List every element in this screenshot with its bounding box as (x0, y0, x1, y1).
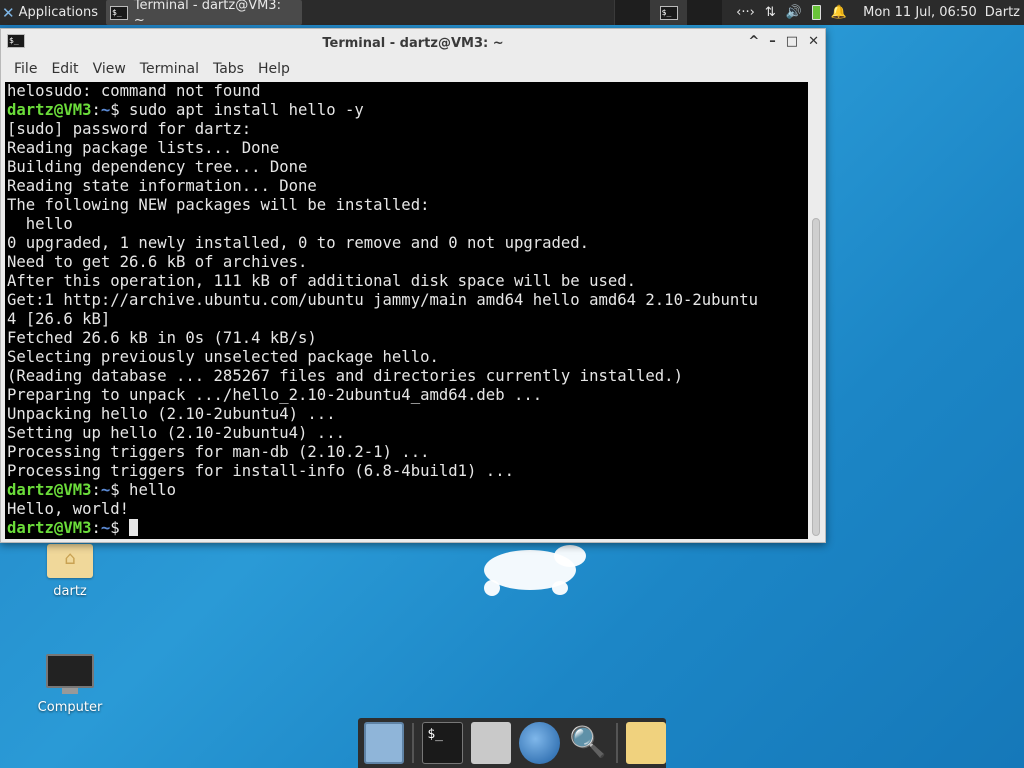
close-button[interactable]: ✕ (808, 34, 819, 49)
prompt-path: ~ (100, 481, 111, 499)
menubar: File Edit View Terminal Tabs Help (1, 57, 825, 81)
terminal-output-line: 0 upgraded, 1 newly installed, 0 to remo… (7, 234, 590, 252)
dock-separator (412, 723, 415, 763)
applications-label: Applications (18, 5, 98, 20)
home-launcher-icon[interactable] (471, 722, 512, 764)
menu-edit[interactable]: Edit (44, 61, 85, 77)
window-titlebar[interactable]: $_ Terminal - dartz@VM3: ~ ^ – □ ✕ (1, 29, 825, 57)
terminal-output-line: (Reading database ... 285267 files and d… (7, 367, 683, 385)
dock: $_ 🔍 (358, 718, 667, 768)
top-panel: ✕ Applications $_ Terminal - dartz@VM3: … (0, 0, 1024, 28)
terminal-output-line: helosudo: command not found (7, 82, 261, 100)
dock-separator (615, 723, 618, 763)
computer-icon (46, 654, 94, 688)
terminal-launcher-icon[interactable]: $_ (422, 722, 464, 764)
home-folder-icon (47, 544, 93, 578)
transfer-icon[interactable]: ⇅ (765, 5, 776, 20)
shade-button[interactable]: ^ (748, 34, 759, 49)
workspace-2[interactable]: $_ (650, 0, 687, 25)
minimize-button[interactable]: – (769, 34, 776, 49)
prompt-colon: : (91, 519, 101, 537)
taskbar-terminal-button[interactable]: $_ Terminal - dartz@VM3: ~ (106, 0, 302, 28)
web-browser-icon[interactable] (519, 722, 560, 764)
terminal-output-line: [sudo] password for dartz: (7, 120, 252, 138)
prompt-path: ~ (100, 101, 111, 119)
terminal-output-line: hello (7, 215, 73, 233)
workspace-1[interactable] (614, 0, 651, 25)
applications-menu-button[interactable]: ✕ Applications (0, 0, 102, 25)
menu-tabs[interactable]: Tabs (206, 61, 251, 77)
terminal-prompt-line: dartz@VM3:~$ (7, 519, 808, 538)
prompt-path: ~ (100, 519, 111, 537)
search-icon[interactable]: 🔍 (568, 722, 608, 764)
prompt-colon: : (91, 101, 101, 119)
prompt-user: dartz@VM3 (7, 519, 92, 537)
menu-terminal[interactable]: Terminal (133, 61, 206, 77)
terminal-output-line: Reading state information... Done (7, 177, 317, 195)
prompt-command: $ sudo apt install hello -y (110, 101, 364, 119)
desktop-icon-home-label: dartz (53, 584, 87, 599)
prompt-command: $ hello (110, 481, 176, 499)
taskbar-terminal-label: Terminal - dartz@VM3: ~ (133, 0, 281, 28)
computer-stand (62, 688, 78, 694)
volume-icon[interactable]: 🔊 (786, 5, 802, 20)
workspace-3[interactable] (686, 0, 723, 25)
terminal-window[interactable]: $_ Terminal - dartz@VM3: ~ ^ – □ ✕ File … (0, 28, 826, 543)
terminal-icon: $_ (110, 5, 128, 20)
show-desktop-icon[interactable] (364, 722, 405, 764)
folder-icon[interactable] (625, 722, 667, 764)
battery-icon[interactable] (811, 5, 821, 20)
clock[interactable]: Mon 11 Jul, 06:50 (855, 5, 985, 20)
terminal-output-line: Hello, world! (7, 500, 130, 518)
terminal-output-line: Selecting previously unselected package … (7, 348, 439, 366)
window-title: Terminal - dartz@VM3: ~ (322, 35, 504, 51)
system-tray: ‹··› ⇅ 🔊 🔔 (722, 5, 855, 20)
terminal-prompt-line: dartz@VM3:~$ hello (7, 481, 808, 500)
terminal-output-line: Preparing to unpack .../hello_2.10-2ubun… (7, 386, 543, 404)
terminal-output-line: Setting up hello (2.10-2ubuntu4) ... (7, 424, 345, 442)
terminal-output-line: Processing triggers for install-info (6.… (7, 462, 514, 480)
menu-help[interactable]: Help (251, 61, 297, 77)
xfce-mouse-logo (484, 545, 586, 596)
desktop-icon-computer[interactable]: Computer (30, 654, 110, 715)
terminal-output-line: The following NEW packages will be insta… (7, 196, 430, 214)
prompt-user: dartz@VM3 (7, 101, 92, 119)
prompt-command: $ (110, 519, 130, 537)
terminal-output-line: Building dependency tree... Done (7, 158, 308, 176)
terminal-output-line: Fetched 26.6 kB in 0s (71.4 kB/s) (7, 329, 317, 347)
prompt-colon: : (91, 481, 101, 499)
user-menu[interactable]: Dartz (985, 5, 1024, 20)
prompt-user: dartz@VM3 (7, 481, 92, 499)
terminal-output-line: Get:1 http://archive.ubuntu.com/ubuntu j… (7, 291, 759, 309)
terminal-scrollbar[interactable] (809, 82, 823, 539)
terminal-output-line: Need to get 26.6 kB of archives. (7, 253, 308, 271)
menu-file[interactable]: File (7, 61, 44, 77)
scrollbar-thumb[interactable] (812, 218, 820, 536)
terminal-output-line: 4 [26.6 kB] (7, 310, 111, 328)
terminal-cursor (129, 519, 139, 536)
menu-view[interactable]: View (86, 61, 133, 77)
desktop-icon-home[interactable]: dartz (30, 544, 110, 599)
workspace-terminal-icon: $_ (659, 5, 678, 20)
terminal-prompt-line: dartz@VM3:~$ sudo apt install hello -y (7, 101, 808, 120)
maximize-button[interactable]: □ (786, 34, 798, 49)
terminal-output-line: Reading package lists... Done (7, 139, 280, 157)
notification-bell-icon[interactable]: 🔔 (831, 5, 847, 20)
terminal-output[interactable]: helosudo: command not found dartz@VM3:~$ … (5, 82, 808, 539)
xfce-logo-icon: ✕ (2, 3, 15, 22)
terminal-output-line: After this operation, 111 kB of addition… (7, 272, 637, 290)
network-icon[interactable]: ‹··› (736, 5, 755, 20)
desktop-icon-computer-label: Computer (37, 700, 103, 715)
terminal-output-line: Unpacking hello (2.10-2ubuntu4) ... (7, 405, 336, 423)
terminal-output-line: Processing triggers for man-db (2.10.2-1… (7, 443, 430, 461)
